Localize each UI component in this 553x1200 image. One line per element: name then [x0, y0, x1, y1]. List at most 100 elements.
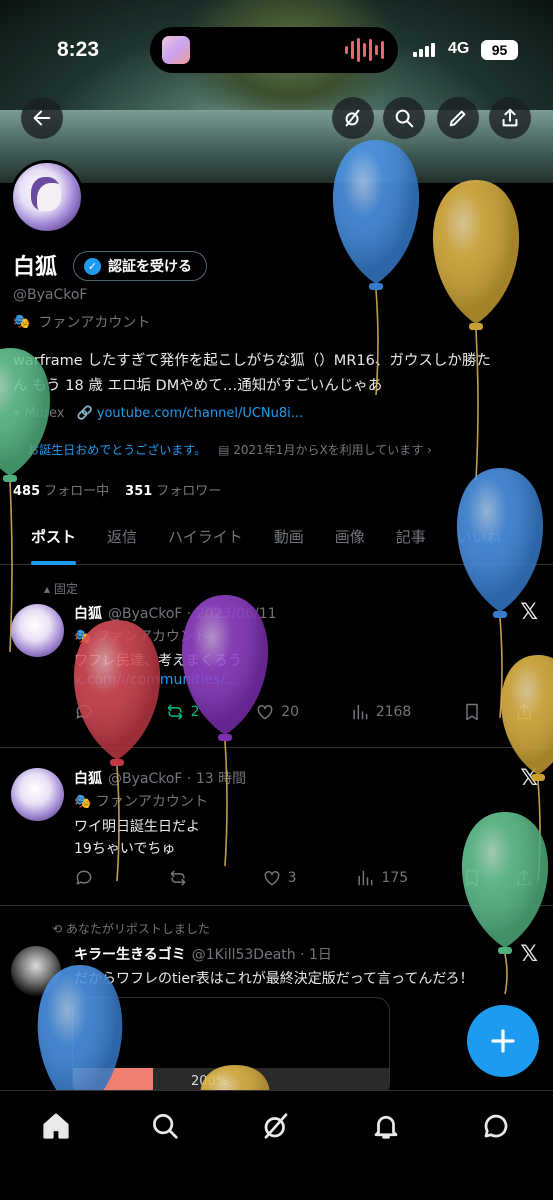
back-arrow-icon	[33, 110, 51, 126]
tab-articles[interactable]: 記事	[396, 515, 426, 564]
post-author[interactable]: キラー生きるゴミ	[74, 947, 186, 963]
repost-count: 2	[190, 704, 200, 720]
joined-item[interactable]: ▤ 2021年1月からXを利用しています ›	[218, 441, 432, 458]
profile-handle: @ByaCkoF	[13, 287, 88, 303]
edit-profile-button[interactable]	[437, 97, 479, 139]
repost-label: ⟲ あなたがリポストしました	[52, 920, 210, 937]
profile-avatar[interactable]	[10, 160, 84, 234]
grok-icon	[264, 1113, 288, 1139]
post-handle-time: @ByaCkoF · 2023/06/11	[108, 606, 277, 622]
following-count: 485	[13, 484, 41, 499]
x-logo-icon: 𝕏	[520, 600, 538, 625]
post-sub-text: ファンアカウント	[95, 629, 208, 645]
post-sub: 🎭 ファンアカウント	[74, 626, 208, 646]
grok-tab[interactable]	[261, 1111, 291, 1141]
post-author[interactable]: 白狐	[74, 771, 102, 787]
post-header: 白狐 @ByaCkoF · 13 時間	[74, 768, 246, 788]
get-verified-button[interactable]: ✓ 認証を受ける	[73, 251, 207, 281]
post-header: 白狐 @ByaCkoF · 2023/06/11	[74, 603, 277, 623]
views-button[interactable]: 175	[355, 868, 408, 888]
post-handle-time: @1Kill53Death · 1日	[191, 947, 332, 963]
post-link[interactable]: x.com/i/communities/...	[74, 672, 239, 688]
views-count: 2168	[375, 704, 412, 720]
bookmark-icon	[466, 869, 478, 887]
balloon-icon: ◌	[13, 443, 28, 457]
followers-label: フォロワー	[156, 484, 222, 499]
tab-likes[interactable]: いいね	[457, 515, 502, 564]
birthday-text: お誕生日おめでとうございます。	[27, 443, 207, 457]
birthday-item: ◌ お誕生日おめでとうございます。	[13, 441, 206, 458]
share-icon[interactable]	[514, 868, 534, 888]
explore-tab[interactable]	[150, 1111, 180, 1141]
heart-icon	[257, 704, 273, 720]
followers-link[interactable]: 351 フォロワー	[125, 480, 221, 499]
repost-button[interactable]: 2	[165, 702, 205, 722]
network-label: 4G	[448, 40, 470, 57]
bottom-navigation	[0, 1090, 553, 1200]
share-icon[interactable]	[514, 702, 534, 722]
messages-tab[interactable]	[481, 1111, 511, 1141]
avatar[interactable]	[11, 768, 64, 821]
tab-images[interactable]: 画像	[335, 515, 365, 564]
views-icon	[353, 704, 368, 720]
compose-button[interactable]	[467, 1005, 539, 1077]
home-tab[interactable]	[41, 1111, 71, 1141]
back-button[interactable]	[21, 97, 63, 139]
avatar[interactable]	[11, 946, 61, 996]
chat-bubble-icon	[484, 1114, 508, 1138]
get-verified-label: 認証を受ける	[108, 259, 192, 275]
dynamic-island[interactable]	[150, 27, 398, 73]
share-icon	[502, 108, 518, 127]
repost-icon	[170, 870, 186, 886]
tab-replies[interactable]: 返信	[107, 515, 137, 564]
following-link[interactable]: 485 フォロー中	[13, 480, 109, 499]
views-icon	[358, 870, 373, 886]
post-text: だからワフレのtier表はこれが最終決定版だって言ってんだろ！	[74, 971, 474, 987]
avatar[interactable]	[11, 604, 64, 657]
location-text: Murex	[24, 406, 65, 421]
search-button[interactable]	[383, 97, 425, 139]
profile-meta: ⌖ Murex 🔗 youtube.com/channel/UCNu8i...	[13, 406, 303, 421]
profile-link[interactable]: 🔗 youtube.com/channel/UCNu8i...	[76, 406, 303, 421]
grok-button[interactable]	[332, 97, 374, 139]
post-text: ワフレ民達、考えまくろう	[74, 653, 242, 669]
post-media[interactable]: 200%	[72, 997, 390, 1097]
repost-button[interactable]	[168, 868, 208, 888]
plus-icon	[491, 1029, 515, 1053]
pinned-post[interactable]: ▴ 固定 白狐 @ByaCkoF · 2023/06/11 𝕏 🎭 ファンアカウン…	[0, 582, 553, 748]
like-button[interactable]: 20	[255, 702, 299, 722]
pinned-text: 固定	[53, 582, 78, 596]
tab-posts[interactable]: ポスト	[31, 515, 77, 565]
post-author[interactable]: 白狐	[74, 606, 102, 622]
location-pin-icon: ⌖	[13, 406, 25, 421]
reply-button[interactable]	[74, 868, 114, 888]
bio-line: warframe したすぎて発作を起こしがちな狐（）MR16、ガウスしか勝た	[13, 353, 491, 369]
views-button[interactable]: 2168	[350, 702, 412, 722]
bookmark-button[interactable]	[462, 868, 534, 888]
profile-link-text[interactable]: youtube.com/channel/UCNu8i...	[97, 406, 303, 421]
signal-icon	[413, 43, 435, 57]
like-button[interactable]: 3	[262, 868, 302, 888]
post-actions: 2 20 2168	[74, 702, 534, 722]
notifications-tab[interactable]	[371, 1111, 401, 1141]
home-icon	[43, 1113, 69, 1139]
x-logo-icon: 𝕏	[520, 766, 538, 791]
post[interactable]: 白狐 @ByaCkoF · 13 時間 𝕏 🎭 ファンアカウント ワイ明日誕生日だ…	[0, 748, 553, 906]
pin-icon: ▴	[44, 582, 54, 596]
tab-videos[interactable]: 動画	[274, 515, 304, 564]
fan-account-label: 🎭 ファンアカウント	[13, 312, 150, 332]
post-actions: 3 175	[74, 868, 534, 888]
joined-text: 2021年1月からXを利用しています	[233, 443, 424, 457]
link-icon: 🔗	[76, 406, 97, 421]
bell-icon	[374, 1115, 398, 1139]
calendar-icon: ▤	[218, 443, 234, 457]
bookmark-button[interactable]	[462, 702, 534, 722]
profile-meta-2: ◌ お誕生日おめでとうございます。 ▤ 2021年1月からXを利用しています ›	[13, 441, 432, 458]
followers-count: 351	[125, 484, 153, 499]
theater-mask-icon: 🎭	[13, 314, 31, 330]
media-percent: 200%	[191, 1074, 229, 1089]
tab-highlights[interactable]: ハイライト	[168, 515, 243, 564]
share-button[interactable]	[489, 97, 531, 139]
reply-button[interactable]	[74, 702, 114, 722]
post-header: キラー生きるゴミ @1Kill53Death · 1日	[74, 944, 332, 964]
